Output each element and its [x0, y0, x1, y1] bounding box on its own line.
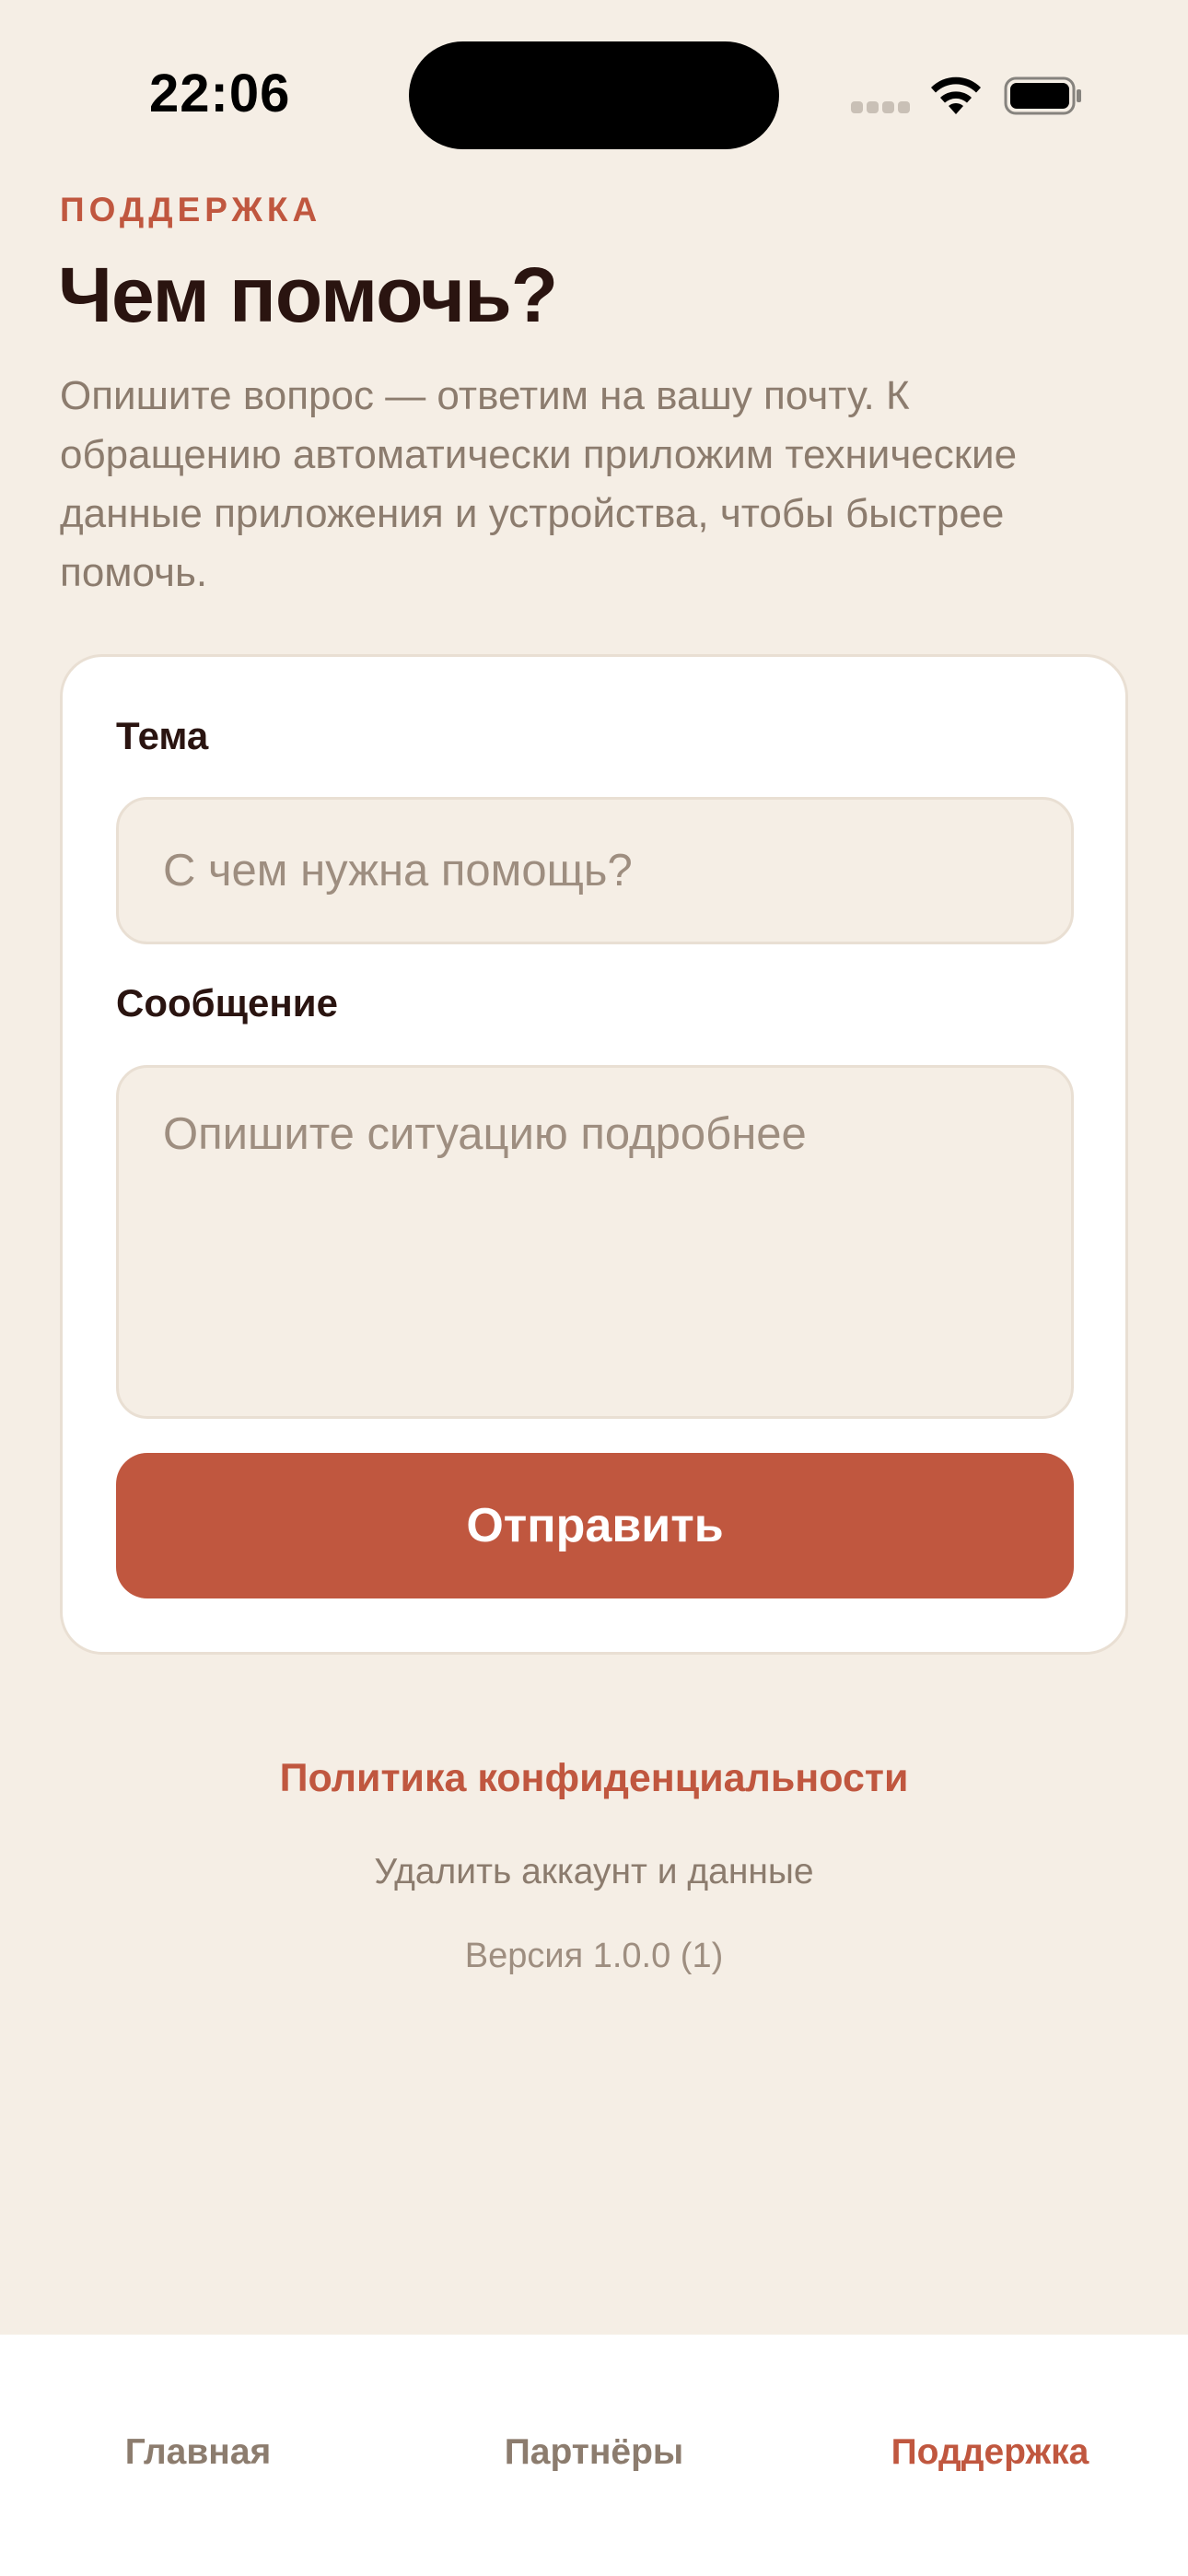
- tab-home[interactable]: Главная: [0, 2432, 396, 2473]
- status-time: 22:06: [149, 64, 291, 123]
- message-label: Сообщение: [116, 981, 338, 1025]
- delete-account-link[interactable]: Удалить аккаунт и данные: [0, 1852, 1188, 1892]
- support-form-card: Тема Сообщение Отправить: [60, 654, 1128, 1655]
- page-title: Чем помочь?: [58, 252, 558, 338]
- dynamic-island: [409, 41, 779, 149]
- page-description: Опишите вопрос — ответим на вашу почту. …: [60, 373, 1018, 595]
- app-version: Версия 1.0.0 (1): [464, 1937, 724, 1975]
- status-bar: 22:06: [0, 0, 1188, 175]
- tab-support[interactable]: Поддержка: [792, 2432, 1188, 2473]
- privacy-policy-link[interactable]: Политика конфиденциальности: [0, 1756, 1188, 1801]
- tab-partners[interactable]: Партнёры: [396, 2432, 792, 2473]
- battery-icon: [1004, 76, 1081, 115]
- subject-label: Тема: [116, 714, 209, 757]
- message-textarea[interactable]: [116, 1065, 1074, 1419]
- submit-button[interactable]: Отправить: [116, 1453, 1074, 1598]
- cellular-signal-icon: [851, 101, 910, 116]
- tab-bar: Главная Партнёры Поддержка: [0, 2335, 1188, 2576]
- section-eyebrow: ПОДДЕРЖКА: [60, 191, 322, 228]
- wifi-icon: [931, 76, 981, 114]
- subject-input[interactable]: [116, 797, 1074, 944]
